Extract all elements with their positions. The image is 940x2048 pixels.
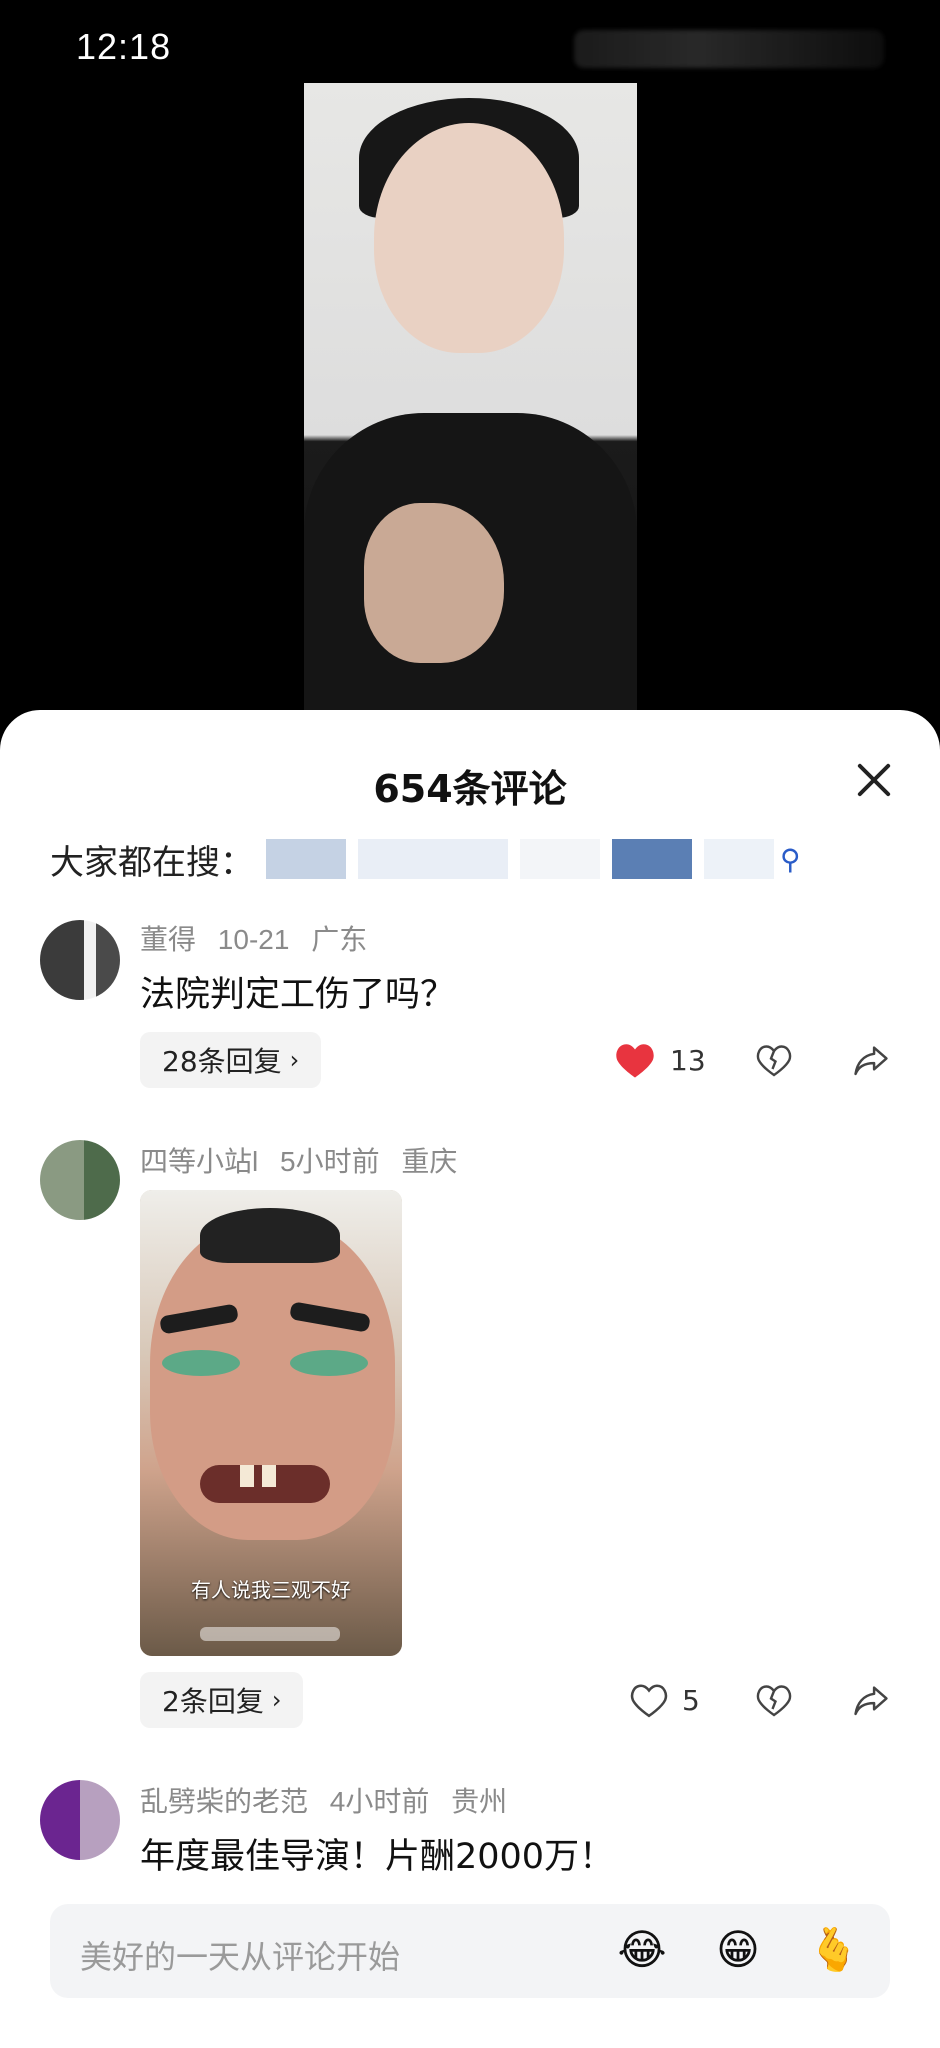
comment-input-placeholder: 美好的一天从评论开始	[80, 1938, 401, 1976]
avatar[interactable]	[40, 920, 120, 1000]
dislike-button[interactable]	[756, 1672, 792, 1728]
comments-count-title: 654条评论	[373, 767, 567, 811]
comment-location: 贵州	[451, 1786, 508, 1817]
comment-date: 10-21	[217, 924, 290, 955]
image-eyeshadow	[290, 1350, 368, 1376]
comment-image[interactable]: 有人说我三观不好	[140, 1190, 402, 1656]
comment-text: 法院判定工伤了吗？	[140, 975, 456, 1015]
like-button[interactable]: 13	[614, 1032, 706, 1088]
image-caption: 有人说我三观不好	[191, 1578, 351, 1602]
comment-meta: 四等小站l 5小时前 重庆	[140, 1140, 471, 1180]
image-tooth	[240, 1465, 254, 1487]
image-tooth	[262, 1465, 276, 1487]
blurred-term	[358, 839, 508, 879]
chevron-right-icon: ›	[289, 1046, 300, 1074]
avatar[interactable]	[40, 1140, 120, 1220]
image-watermark	[200, 1627, 340, 1641]
blurred-term	[612, 839, 692, 879]
share-icon	[854, 1686, 888, 1716]
comment-date: 4小时前	[329, 1786, 430, 1817]
search-icon[interactable]: ⚲	[780, 843, 801, 876]
video-player[interactable]	[304, 83, 637, 723]
comment-input[interactable]: 美好的一天从评论开始 😂 😁 🫰	[50, 1904, 890, 1998]
comment-text: 年度最佳导演！片酬2000万！	[140, 1837, 615, 1877]
comment-date: 5小时前	[280, 1146, 380, 1177]
view-replies-button[interactable]: 28条回复 ›	[140, 1032, 322, 1088]
search-suggestion[interactable]: 大家都在搜： ⚲	[50, 834, 801, 884]
avatar[interactable]	[40, 1780, 120, 1860]
comment-meta: 董得 10-21 广东	[140, 918, 381, 958]
status-icons-blurred	[574, 30, 884, 68]
comment-username[interactable]: 四等小站l	[140, 1146, 258, 1177]
video-person-hand	[364, 503, 504, 663]
share-button[interactable]	[852, 1032, 890, 1088]
comment-username[interactable]: 乱劈柴的老范	[140, 1786, 308, 1817]
search-hint-label: 大家都在搜：	[50, 842, 254, 883]
like-count: 5	[682, 1683, 700, 1717]
close-icon[interactable]	[854, 760, 894, 800]
replies-label: 28条回复	[162, 1045, 282, 1078]
dislike-button[interactable]	[756, 1032, 792, 1088]
comment-location: 广东	[311, 924, 368, 955]
share-icon	[854, 1046, 888, 1076]
like-count: 13	[670, 1043, 706, 1077]
status-time: 12:18	[76, 26, 172, 67]
comment-username[interactable]: 董得	[140, 924, 196, 955]
video-person-face	[374, 123, 564, 353]
image-eyeshadow	[162, 1350, 240, 1376]
blurred-term	[520, 839, 600, 879]
share-button[interactable]	[852, 1672, 890, 1728]
status-bar: 12:18	[0, 0, 940, 90]
broken-heart-icon	[756, 1685, 792, 1717]
finger-heart-emoji-icon[interactable]: 🫰	[806, 1922, 862, 1978]
heart-icon	[616, 1044, 654, 1078]
blurred-term	[266, 839, 346, 879]
laughing-emoji-icon[interactable]: 😂	[614, 1922, 670, 1978]
heart-icon	[630, 1684, 668, 1718]
comments-sheet: 654条评论 大家都在搜： ⚲ 董得 10-21 广东 法院判定工伤了吗？ 28…	[0, 710, 940, 2048]
like-button[interactable]: 5	[630, 1672, 700, 1728]
blurred-term	[704, 839, 774, 879]
comment-meta: 乱劈柴的老范 4小时前 贵州	[140, 1780, 521, 1820]
chevron-right-icon: ›	[271, 1686, 282, 1714]
broken-heart-icon	[756, 1045, 792, 1077]
view-replies-button[interactable]: 2条回复 ›	[140, 1672, 304, 1728]
replies-label: 2条回复	[162, 1685, 264, 1718]
grinning-emoji-icon[interactable]: 😁	[710, 1922, 766, 1978]
image-hair	[200, 1208, 340, 1263]
comment-location: 重庆	[401, 1146, 458, 1177]
